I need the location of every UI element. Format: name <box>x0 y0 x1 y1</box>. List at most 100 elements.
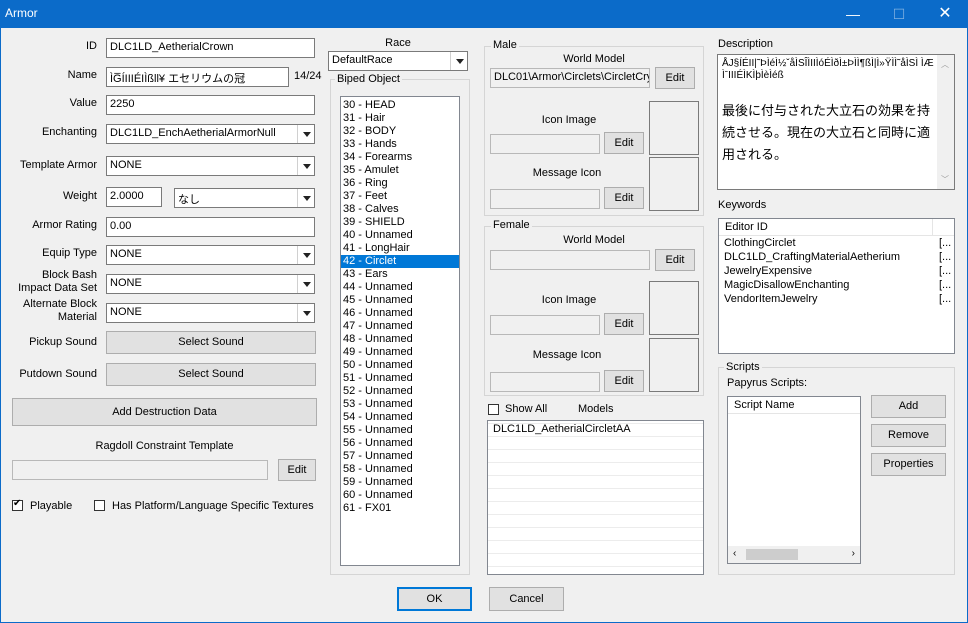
enchanting-select[interactable]: DLC1LD_EnchAetherialArmorNull <box>106 124 315 144</box>
playable-checkbox[interactable] <box>12 498 23 511</box>
keyword-editor-id: MagicDisallowEnchanting <box>724 279 850 291</box>
keyword-row[interactable]: VendorItemJewelry [... <box>719 292 954 306</box>
biped-item[interactable]: 41 - LongHair <box>341 242 459 255</box>
female-world-model-field[interactable] <box>490 250 650 270</box>
add-destruction-data-button[interactable]: Add Destruction Data <box>12 398 317 426</box>
name-field[interactable]: ÌG̅ÍIIIÉIÌßll¥ エセリウムの冠 <box>106 67 289 87</box>
value-field[interactable]: 2250 <box>106 95 315 115</box>
biped-item[interactable]: 38 - Calves <box>341 203 459 216</box>
keywords-editor-id-header[interactable]: Editor ID <box>725 219 768 235</box>
biped-item[interactable]: 60 - Unnamed <box>341 489 459 502</box>
description-scrollbar[interactable]: ︿ ﹀ <box>937 55 954 189</box>
biped-item[interactable]: 44 - Unnamed <box>341 281 459 294</box>
biped-item[interactable]: 31 - Hair <box>341 112 459 125</box>
putdown-sound-button[interactable]: Select Sound <box>106 363 316 386</box>
scroll-left-icon: ‹ <box>733 548 737 559</box>
ok-button[interactable]: OK <box>397 587 472 611</box>
female-message-edit-button[interactable]: Edit <box>604 370 644 392</box>
keyword-row[interactable]: DLC1LD_CraftingMaterialAetherium [... <box>719 250 954 264</box>
male-icon-edit-button[interactable]: Edit <box>604 132 644 154</box>
biped-item[interactable]: 48 - Unnamed <box>341 333 459 346</box>
biped-item[interactable]: 51 - Unnamed <box>341 372 459 385</box>
block-bash-select[interactable]: NONE <box>106 274 315 294</box>
race-select[interactable]: DefaultRace <box>328 51 468 71</box>
biped-item[interactable]: 39 - SHIELD <box>341 216 459 229</box>
keyword-extra: [... <box>939 237 952 249</box>
description-field[interactable]: ÅJ§ÍÉII|˜ÞÌéÌ½ˇåÌSÎÌIIÌóÉÌðÌ±ÞÌÌ¶ßÌ|Ì»ŸÌ… <box>717 54 955 190</box>
male-world-model-edit-button[interactable]: Edit <box>655 67 695 89</box>
remove-script-button[interactable]: Remove <box>871 424 946 447</box>
ragdoll-edit-button[interactable]: Edit <box>278 459 316 481</box>
male-message-edit-button[interactable]: Edit <box>604 187 644 209</box>
biped-item[interactable]: 55 - Unnamed <box>341 424 459 437</box>
platform-textures-checkbox[interactable] <box>94 500 105 511</box>
platform-textures-label: Has Platform/Language Specific Textures <box>112 500 314 512</box>
keyword-row[interactable]: JewelryExpensive [... <box>719 264 954 278</box>
female-icon-edit-button[interactable]: Edit <box>604 313 644 335</box>
armor-rating-label: Armor Rating <box>32 219 97 231</box>
minimize-button[interactable]: — <box>830 0 876 28</box>
armor-rating-field[interactable]: 0.00 <box>106 217 315 237</box>
weight-field[interactable]: 2.0000 <box>106 187 162 207</box>
keyword-editor-id: DLC1LD_CraftingMaterialAetherium <box>724 251 901 263</box>
biped-item[interactable]: 57 - Unnamed <box>341 450 459 463</box>
biped-object-list[interactable]: 30 - HEAD 31 - Hair 32 - BODY 33 - Hands 34 … <box>340 96 460 566</box>
script-name-header[interactable]: Script Name <box>728 397 860 414</box>
biped-item[interactable]: 49 - Unnamed <box>341 346 459 359</box>
biped-item[interactable]: 52 - Unnamed <box>341 385 459 398</box>
close-button[interactable]: ✕ <box>922 0 968 28</box>
biped-item[interactable]: 45 - Unnamed <box>341 294 459 307</box>
biped-item[interactable]: 61 - FX01 <box>341 502 459 515</box>
biped-item[interactable]: 37 - Feet <box>341 190 459 203</box>
biped-item[interactable]: 36 - Ring <box>341 177 459 190</box>
female-world-model-label: World Model <box>563 234 625 246</box>
male-world-model-field[interactable]: DLC01\Armor\Circlets\CircletCry: <box>490 68 650 88</box>
biped-item[interactable]: 56 - Unnamed <box>341 437 459 450</box>
equip-type-select[interactable]: NONE <box>106 245 315 265</box>
biped-item[interactable]: 58 - Unnamed <box>341 463 459 476</box>
biped-item[interactable]: 34 - Forearms <box>341 151 459 164</box>
alternate-block-value: NONE <box>110 306 142 318</box>
biped-item[interactable]: 47 - Unnamed <box>341 320 459 333</box>
biped-item[interactable]: 54 - Unnamed <box>341 411 459 424</box>
scripts-hscrollbar[interactable]: ‹ › <box>728 546 860 563</box>
female-world-model-edit-button[interactable]: Edit <box>655 249 695 271</box>
biped-item[interactable]: 42 - Circlet <box>341 255 459 268</box>
model-item[interactable]: DLC1LD_AetherialCircletAA <box>488 423 703 436</box>
maximize-button[interactable]: ☐ <box>876 0 922 28</box>
script-properties-button[interactable]: Properties <box>871 453 946 476</box>
show-all-checkbox[interactable] <box>488 404 499 415</box>
add-script-button[interactable]: Add <box>871 395 946 418</box>
biped-item[interactable]: 53 - Unnamed <box>341 398 459 411</box>
weight-unit-select[interactable]: なし <box>174 188 315 208</box>
models-list[interactable]: DLC1LD_AetherialCircletAA <box>487 420 704 575</box>
biped-item[interactable]: 50 - Unnamed <box>341 359 459 372</box>
biped-item[interactable]: 59 - Unnamed <box>341 476 459 489</box>
scripts-list[interactable]: Script Name ‹ › <box>727 396 861 564</box>
female-message-icon-field <box>490 372 600 392</box>
scroll-up-icon: ︿ <box>941 60 949 69</box>
id-field[interactable]: DLC1LD_AetherialCrown <box>106 38 315 58</box>
cancel-button[interactable]: Cancel <box>489 587 564 611</box>
keyword-row[interactable]: MagicDisallowEnchanting [... <box>719 278 954 292</box>
template-armor-select[interactable]: NONE <box>106 156 315 176</box>
biped-item[interactable]: 46 - Unnamed <box>341 307 459 320</box>
alternate-block-label-2: Material <box>57 311 97 323</box>
biped-item[interactable]: 40 - Unnamed <box>341 229 459 242</box>
pickup-sound-button[interactable]: Select Sound <box>106 331 316 354</box>
biped-item[interactable]: 30 - HEAD <box>341 99 459 112</box>
biped-item[interactable]: 32 - BODY <box>341 125 459 138</box>
keyword-row[interactable]: ClothingCirclet [... <box>719 236 954 250</box>
keywords-header: Editor ID <box>719 219 954 236</box>
biped-item[interactable]: 35 - Amulet <box>341 164 459 177</box>
biped-item[interactable]: 33 - Hands <box>341 138 459 151</box>
biped-item[interactable]: 43 - Ears <box>341 268 459 281</box>
alternate-block-select[interactable]: NONE <box>106 303 315 323</box>
models-label: Models <box>578 403 614 415</box>
name-label: Name <box>67 69 97 81</box>
template-armor-label: Template Armor <box>19 159 97 171</box>
scroll-thumb[interactable] <box>746 549 798 560</box>
keywords-list[interactable]: Editor ID ClothingCirclet [... DLC1LD_Craf… <box>718 218 955 354</box>
keyword-editor-id: VendorItemJewelry <box>724 293 818 305</box>
keyword-extra: [... <box>939 293 952 305</box>
